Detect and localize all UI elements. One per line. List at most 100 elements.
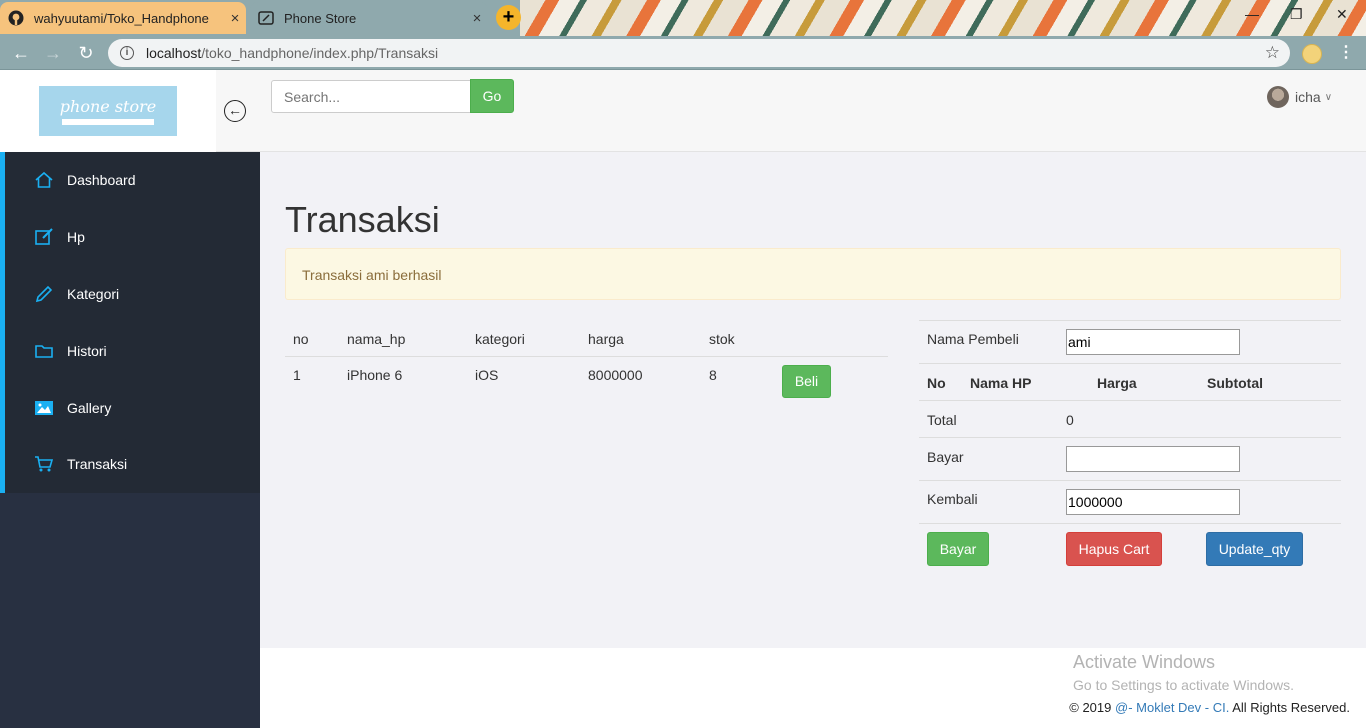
tab-title: wahyuutami/Toko_Handphone: [34, 10, 209, 26]
window-close-icon[interactable]: ✕: [1336, 6, 1348, 23]
sidebar-item-label: Gallery: [67, 399, 112, 416]
user-name: icha: [1295, 89, 1321, 105]
product-table: no nama_hp kategori harga stok 1 iPhone …: [285, 322, 888, 409]
sidebar-item-label: Kategori: [67, 285, 120, 302]
column-header: Nama HP: [970, 375, 1032, 391]
search-input[interactable]: [271, 80, 471, 113]
change-amount-input[interactable]: [1066, 489, 1240, 515]
copyright: © 2019 @- Moklet Dev - CI. All Rights Re…: [1069, 700, 1350, 715]
sidebar-item-label: Transaksi: [67, 456, 128, 473]
cell-no: 1: [293, 367, 301, 383]
tab-title: Phone Store: [284, 10, 357, 26]
footer: Activate Windows Go to Settings to activ…: [260, 648, 1366, 728]
cell-nama-hp: iPhone 6: [347, 367, 403, 383]
pay-button[interactable]: Bayar: [927, 532, 989, 566]
sidebar-menu: Dashboard Hp Kategori Histori Gallery Tr…: [0, 152, 260, 493]
logo-area: phone store: [0, 70, 216, 152]
address-toolbar: ← → ↻ i localhost/toko_handphone/index.p…: [0, 36, 1366, 70]
chevron-down-icon: ∨: [1324, 91, 1333, 103]
close-tab-icon[interactable]: ×: [466, 10, 488, 27]
image-icon: [34, 398, 54, 418]
logo-ribbon: [62, 119, 154, 125]
pencil-icon: [34, 284, 54, 304]
tab-phone-store[interactable]: Phone Store ×: [250, 2, 488, 34]
site-logo[interactable]: phone store: [39, 86, 177, 136]
browser-tab-strip: wahyuutami/Toko_Handphone × Phone Store …: [0, 0, 1366, 36]
tab-github[interactable]: wahyuutami/Toko_Handphone ×: [0, 2, 246, 34]
minimize-icon[interactable]: —: [1245, 6, 1259, 22]
url-host: localhost: [146, 45, 202, 61]
total-row: Total 0: [919, 400, 1341, 437]
cell-kategori: iOS: [475, 367, 499, 383]
sidebar-toggle-icon[interactable]: ←: [224, 100, 246, 122]
total-value: 0: [1066, 412, 1074, 428]
column-header: Subtotal: [1207, 375, 1263, 391]
sidebar-item-label: Hp: [67, 229, 85, 246]
bookmark-star-icon[interactable]: ☆: [1265, 43, 1280, 63]
page-title: Transaksi: [285, 199, 440, 240]
buy-button[interactable]: Beli: [782, 365, 831, 398]
browser-theme-artwork: [520, 0, 1366, 36]
sidebar-item-hp[interactable]: Hp: [5, 209, 260, 266]
sidebar-item-kategori[interactable]: Kategori: [5, 266, 260, 323]
sidebar-item-label: Histori: [67, 342, 107, 359]
sidebar-item-gallery[interactable]: Gallery: [5, 379, 260, 436]
total-label: Total: [927, 412, 957, 428]
clear-cart-button[interactable]: Hapus Cart: [1066, 532, 1162, 566]
cart-table-header: No Nama HP Harga Subtotal: [919, 363, 1341, 400]
user-menu[interactable]: icha ∨: [1267, 86, 1332, 108]
cart-icon: [34, 454, 54, 474]
main-content: Transaksi Transaksi ami berhasil no nama…: [260, 152, 1366, 648]
buyer-name-input[interactable]: [1066, 329, 1240, 355]
table-header: no nama_hp kategori harga stok: [285, 322, 888, 357]
edit-icon: [34, 227, 54, 247]
copyright-suffix: All Rights Reserved.: [1229, 700, 1350, 715]
change-row: Kembali: [919, 480, 1341, 523]
column-header: harga: [588, 331, 624, 347]
buyer-row: Nama Pembeli: [919, 320, 1341, 363]
pay-row: Bayar: [919, 437, 1341, 480]
cart-panel: Nama Pembeli No Nama HP Harga Subtotal T…: [919, 320, 1341, 573]
page-icon: [258, 10, 274, 26]
column-header: stok: [709, 331, 735, 347]
column-header: No: [927, 375, 946, 391]
sidebar-item-transaksi[interactable]: Transaksi: [5, 436, 260, 493]
reload-icon[interactable]: ↻: [75, 43, 97, 64]
sidebar-item-dashboard[interactable]: Dashboard: [5, 152, 260, 209]
windows-watermark-title: Activate Windows: [1073, 652, 1216, 672]
search-go-button[interactable]: Go: [470, 79, 514, 113]
column-header: kategori: [475, 331, 525, 347]
sidebar: Dashboard Hp Kategori Histori Gallery Tr…: [0, 152, 260, 728]
logo-text: phone store: [59, 97, 157, 116]
column-header: Harga: [1097, 375, 1137, 391]
folder-icon: [34, 341, 54, 361]
profile-avatar-icon[interactable]: [1302, 44, 1322, 64]
back-arrow-icon[interactable]: ←: [10, 43, 32, 64]
more-menu-icon[interactable]: ⋮: [1338, 42, 1354, 62]
github-icon: [8, 10, 24, 26]
close-tab-icon[interactable]: ×: [224, 10, 246, 27]
top-navbar: ← Go icha ∨: [216, 70, 1366, 152]
change-label: Kembali: [927, 491, 978, 507]
update-qty-button[interactable]: Update_qty: [1206, 532, 1303, 566]
url-path: /toko_handphone/index.php/Transaksi: [201, 45, 439, 61]
cell-harga: 8000000: [588, 367, 643, 383]
success-alert: Transaksi ami berhasil: [285, 248, 1341, 300]
restore-icon[interactable]: ❐: [1290, 6, 1303, 23]
new-tab-button[interactable]: +: [496, 5, 521, 30]
copyright-prefix: © 2019: [1069, 700, 1115, 715]
home-icon: [34, 170, 54, 190]
column-header: no: [293, 331, 309, 347]
buyer-label: Nama Pembeli: [927, 331, 1019, 347]
forward-arrow-icon[interactable]: →: [42, 43, 64, 64]
info-icon[interactable]: i: [120, 46, 134, 60]
pay-amount-input[interactable]: [1066, 446, 1240, 472]
sidebar-item-histori[interactable]: Histori: [5, 322, 260, 379]
pay-label: Bayar: [927, 449, 964, 465]
address-bar[interactable]: i localhost/toko_handphone/index.php/Tra…: [108, 39, 1290, 67]
footer-link[interactable]: @- Moklet Dev - CI.: [1115, 700, 1229, 715]
windows-watermark-subtitle: Go to Settings to activate Windows.: [1073, 677, 1294, 693]
cart-actions: Bayar Hapus Cart Update_qty: [919, 523, 1341, 573]
cell-stok: 8: [709, 367, 717, 383]
avatar: [1267, 86, 1289, 108]
